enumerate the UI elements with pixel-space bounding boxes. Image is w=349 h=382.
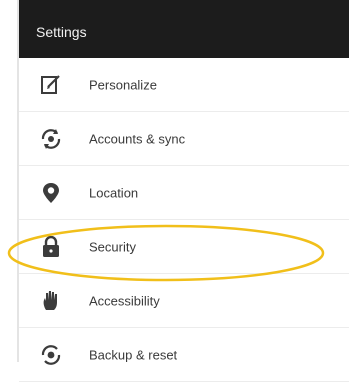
edit-icon xyxy=(39,73,63,97)
menu-item-label: Location xyxy=(89,185,139,200)
lock-icon xyxy=(39,235,63,259)
menu-item-location[interactable]: Location xyxy=(19,166,349,220)
settings-panel: Settings Personalize Accounts & sync Loc… xyxy=(17,0,349,382)
titlebar: Settings xyxy=(19,0,349,58)
menu-item-accounts-sync[interactable]: Accounts & sync xyxy=(19,112,349,166)
hand-icon xyxy=(39,289,63,313)
menu-item-label: Security xyxy=(89,239,136,254)
menu-item-label: Accessibility xyxy=(89,293,160,308)
menu-item-backup-reset[interactable]: Backup & reset xyxy=(19,328,349,382)
menu-item-security[interactable]: Security xyxy=(19,220,349,274)
sync-icon xyxy=(39,127,63,151)
menu-item-accessibility[interactable]: Accessibility xyxy=(19,274,349,328)
location-pin-icon xyxy=(39,181,63,205)
menu-item-label: Accounts & sync xyxy=(89,131,186,146)
menu-item-label: Personalize xyxy=(89,77,157,92)
menu-item-label: Backup & reset xyxy=(89,347,178,362)
backup-icon xyxy=(39,343,63,367)
settings-menu: Personalize Accounts & sync Location Sec… xyxy=(19,58,349,382)
menu-item-personalize[interactable]: Personalize xyxy=(19,58,349,112)
page-title: Settings xyxy=(36,24,87,40)
